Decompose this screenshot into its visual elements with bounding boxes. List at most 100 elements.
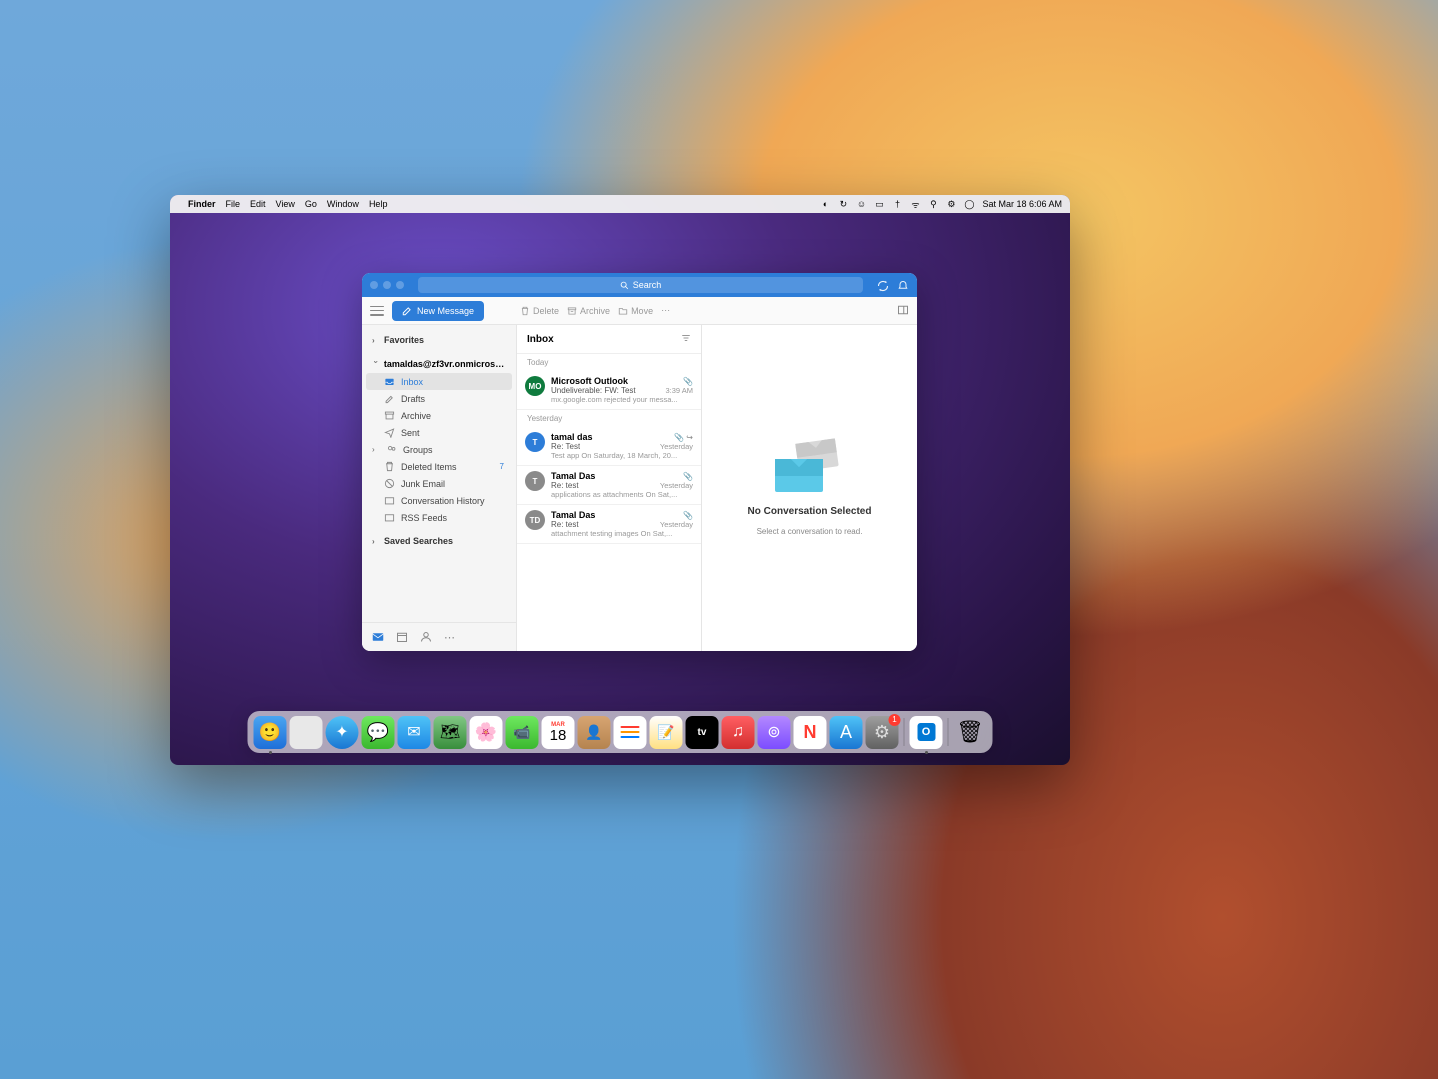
dock-trash[interactable]: 🗑 (954, 716, 987, 749)
siri-icon[interactable]: ◯ (964, 199, 974, 209)
message-item[interactable]: MOMicrosoft Outlook📎Undeliverable: FW: T… (517, 371, 701, 410)
dock-finder[interactable]: 🙂 (254, 716, 287, 749)
dock-settings[interactable]: ⚙1 (866, 716, 899, 749)
menubar-file[interactable]: File (226, 199, 241, 209)
avatar: T (525, 432, 545, 452)
menubar-view[interactable]: View (276, 199, 295, 209)
msg-sender: Tamal Das (551, 471, 595, 481)
move-button[interactable]: Move (618, 306, 653, 316)
msg-preview: attachment testing images On Sat,... (551, 529, 693, 538)
message-item[interactable]: TDTamal Das📎Re: testYesterdayattachment … (517, 505, 701, 544)
window-close[interactable] (370, 281, 378, 289)
reading-pane-toggle[interactable] (897, 304, 909, 318)
dock-outlook[interactable]: O (910, 716, 943, 749)
display-icon[interactable]: ▭ (874, 199, 884, 209)
chevron-right-icon: › (372, 445, 380, 454)
more-actions[interactable]: ⋯ (661, 305, 670, 316)
favorites-header[interactable]: › Favorites (362, 331, 516, 349)
folder-rss-feeds[interactable]: RSS Feeds (362, 509, 516, 526)
search-icon (620, 281, 629, 290)
folder-label: Deleted Items (401, 462, 457, 472)
dock-photos[interactable]: 🌸 (470, 716, 503, 749)
dock-mail[interactable]: ✉ (398, 716, 431, 749)
dock-tv[interactable]: tv (686, 716, 719, 749)
msg-subject: Undeliverable: FW: Test (551, 386, 636, 395)
menubar-help[interactable]: Help (369, 199, 388, 209)
message-item[interactable]: TTamal Das📎Re: testYesterdayapplications… (517, 466, 701, 505)
time-machine-icon[interactable]: ↻ (838, 199, 848, 209)
status-icon[interactable]: ◐ (820, 199, 830, 209)
move-label: Move (631, 306, 653, 316)
msg-subject: Re: test (551, 520, 579, 529)
new-message-label: New Message (417, 306, 474, 316)
dock-contacts[interactable]: 👤 (578, 716, 611, 749)
calendar-module-icon[interactable] (396, 631, 408, 643)
msg-sender: Tamal Das (551, 510, 595, 520)
msg-subject: Re: Test (551, 442, 580, 451)
window-minimize[interactable] (383, 281, 391, 289)
desktop-screen: Finder File Edit View Go Window Help ◐ ↻… (170, 195, 1070, 765)
dock-launchpad[interactable] (290, 716, 323, 749)
message-list: Inbox TodayMOMicrosoft Outlook📎Undeliver… (517, 325, 702, 651)
dock-maps[interactable]: 🗺 (434, 716, 467, 749)
dock-music[interactable]: ♫ (722, 716, 755, 749)
filter-icon[interactable] (681, 333, 691, 345)
msg-time: 3:39 AM (665, 386, 693, 395)
menubar-app-name[interactable]: Finder (188, 199, 216, 209)
folder-archive[interactable]: Archive (362, 407, 516, 424)
trash-icon (520, 306, 530, 316)
folder-icon (384, 512, 395, 523)
sync-icon[interactable] (877, 279, 889, 291)
people-module-icon[interactable] (420, 631, 432, 643)
user-icon[interactable]: ☺ (856, 199, 866, 209)
bell-icon[interactable] (897, 279, 909, 291)
wifi-icon[interactable]: ᯤ (910, 199, 920, 209)
dock-calendar[interactable]: MAR18 (542, 716, 575, 749)
mail-module-icon[interactable] (372, 631, 384, 643)
dock-appstore[interactable]: A (830, 716, 863, 749)
window-maximize[interactable] (396, 281, 404, 289)
archive-button[interactable]: Archive (567, 306, 610, 316)
folder-icon (386, 444, 397, 455)
dock-safari[interactable]: ✦ (326, 716, 359, 749)
spotlight-icon[interactable]: ⚲ (928, 199, 938, 209)
dock-podcasts[interactable]: ⊚ (758, 716, 791, 749)
menubar-datetime[interactable]: Sat Mar 18 6:06 AM (982, 199, 1062, 209)
dock-reminders[interactable] (614, 716, 647, 749)
menubar-window[interactable]: Window (327, 199, 359, 209)
macos-dock: 🙂 ✦ 💬 ✉ 🗺 🌸 📹 MAR18 👤 📝 tv ♫ ⊚ N A ⚙1 O … (248, 711, 993, 753)
dock-facetime[interactable]: 📹 (506, 716, 539, 749)
more-modules[interactable]: ⋯ (444, 631, 456, 643)
move-icon (618, 306, 628, 316)
menubar-go[interactable]: Go (305, 199, 317, 209)
avatar: MO (525, 376, 545, 396)
msg-preview: applications as attachments On Sat,... (551, 490, 693, 499)
folder-sent[interactable]: Sent (362, 424, 516, 441)
account-header[interactable]: › tamaldas@zf3vr.onmicroso... (362, 355, 516, 373)
msg-sender: Microsoft Outlook (551, 376, 628, 386)
folder-drafts[interactable]: Drafts (362, 390, 516, 407)
sidebar-footer: ⋯ (362, 622, 516, 651)
battery-icon[interactable]: † (892, 199, 902, 209)
menubar-edit[interactable]: Edit (250, 199, 266, 209)
delete-label: Delete (533, 306, 559, 316)
folder-label: Junk Email (401, 479, 445, 489)
folder-groups[interactable]: ›Groups (362, 441, 516, 458)
message-item[interactable]: Ttamal das📎↪Re: TestYesterdayTest app On… (517, 427, 701, 466)
folder-icon (384, 410, 395, 421)
folder-junk-email[interactable]: Junk Email (362, 475, 516, 492)
new-message-button[interactable]: New Message (392, 301, 484, 321)
search-input[interactable]: Search (418, 277, 863, 293)
msg-time: Yesterday (660, 481, 693, 490)
account-label: tamaldas@zf3vr.onmicroso... (384, 359, 506, 369)
folder-deleted-items[interactable]: Deleted Items7 (362, 458, 516, 475)
dock-notes[interactable]: 📝 (650, 716, 683, 749)
hamburger-menu[interactable] (370, 306, 384, 316)
dock-messages[interactable]: 💬 (362, 716, 395, 749)
delete-button[interactable]: Delete (520, 306, 559, 316)
control-center-icon[interactable]: ⚙ (946, 199, 956, 209)
folder-conversation-history[interactable]: Conversation History (362, 492, 516, 509)
saved-searches-header[interactable]: › Saved Searches (362, 532, 516, 550)
folder-inbox[interactable]: Inbox (366, 373, 512, 390)
dock-news[interactable]: N (794, 716, 827, 749)
